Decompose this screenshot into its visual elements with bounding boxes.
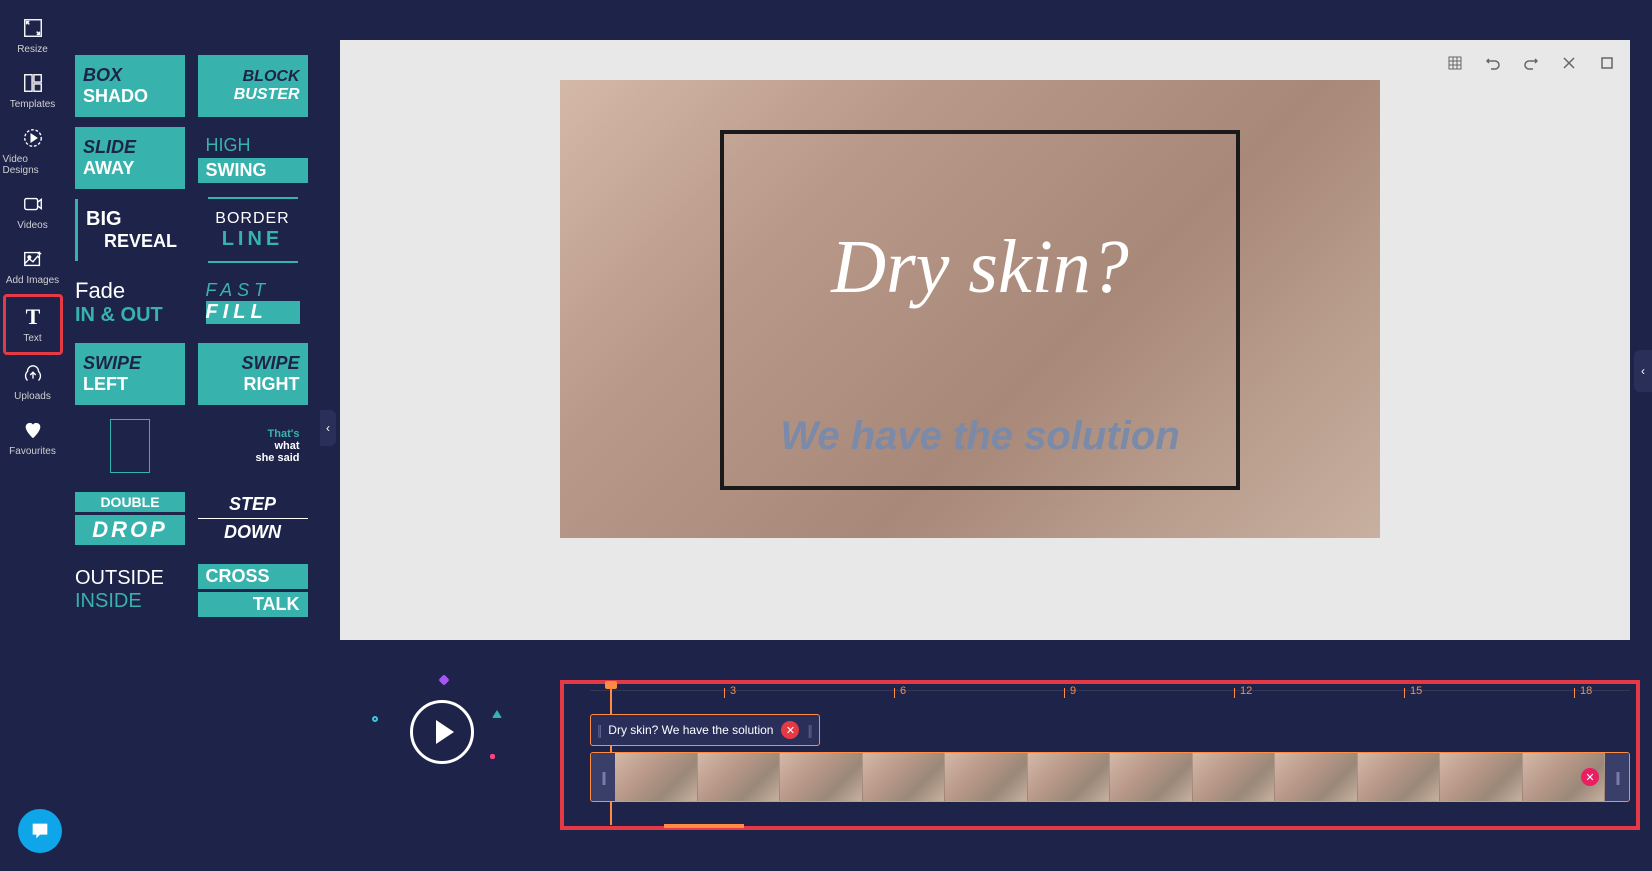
close-icon[interactable] xyxy=(1560,54,1578,72)
right-expand-button[interactable]: ‹ xyxy=(1634,350,1652,392)
text-option-slide-away[interactable]: SLIDE AWAY xyxy=(75,127,185,189)
video-clip[interactable]: || ✕ || xyxy=(590,752,1630,802)
text-option-frame[interactable] xyxy=(75,415,185,477)
confetti-icon xyxy=(492,710,502,718)
video-track-container[interactable]: || ✕ || xyxy=(590,752,1630,802)
text-option-fast-fill[interactable]: FAST FILL xyxy=(198,271,308,333)
timeline: 3 6 9 12 15 18 || Dry skin? We have the … xyxy=(560,680,1640,830)
fullscreen-icon[interactable] xyxy=(1598,54,1616,72)
redo-icon[interactable] xyxy=(1522,54,1540,72)
sidebar-item-add-images[interactable]: Add Images xyxy=(3,239,63,294)
undo-icon[interactable] xyxy=(1484,54,1502,72)
play-area xyxy=(380,670,510,800)
ruler-mark: 3 xyxy=(730,685,736,697)
text-option-double-drop[interactable]: DOUBLE DROP xyxy=(75,487,185,549)
video-thumbnail xyxy=(1110,753,1193,801)
text-option-outside-inside[interactable]: OUTSIDE INSIDE xyxy=(75,559,185,621)
timeline-scroll-strip[interactable] xyxy=(664,824,744,828)
text-option-high-swing[interactable]: HIGH SWING xyxy=(198,127,308,189)
text-option-quote[interactable]: That's what she said xyxy=(198,415,308,477)
main-sidebar: Resize Templates Video Designs Videos Ad… xyxy=(0,0,65,871)
play-button[interactable] xyxy=(410,700,474,764)
add-images-icon xyxy=(21,247,45,271)
templates-icon xyxy=(21,71,45,95)
video-thumbnail xyxy=(1193,753,1276,801)
chat-icon xyxy=(29,820,51,842)
video-thumbnail xyxy=(1275,753,1358,801)
confetti-icon xyxy=(438,674,449,685)
chat-button[interactable] xyxy=(18,809,62,853)
play-icon xyxy=(436,720,454,744)
text-option-block-buster[interactable]: BLOCK BUSTER xyxy=(198,55,308,117)
text-clip[interactable]: || Dry skin? We have the solution ✕ || xyxy=(590,714,820,746)
favourites-icon xyxy=(21,418,45,442)
sidebar-item-uploads[interactable]: Uploads xyxy=(3,355,63,410)
sidebar-label: Videos xyxy=(17,220,47,231)
uploads-icon xyxy=(21,363,45,387)
clip-remove-button[interactable]: ✕ xyxy=(781,721,799,739)
clip-handle-right[interactable]: || xyxy=(807,722,810,738)
video-thumbnail xyxy=(615,753,698,801)
video-canvas[interactable]: Dry skin? We have the solution xyxy=(560,80,1380,538)
sidebar-label: Templates xyxy=(10,99,56,110)
text-option-big-reveal[interactable]: BIG REVEAL xyxy=(75,199,185,261)
video-text-frame[interactable]: Dry skin? We have the solution xyxy=(720,130,1240,490)
clip-remove-button[interactable]: ✕ xyxy=(1581,768,1599,786)
text-option-fade-in-out[interactable]: Fade IN & OUT xyxy=(75,271,185,333)
sidebar-item-text[interactable]: T Text xyxy=(3,294,63,355)
video-thumbnail xyxy=(863,753,946,801)
video-thumbnail xyxy=(945,753,1028,801)
video-thumbnail xyxy=(1028,753,1111,801)
canvas-area: Dry skin? We have the solution xyxy=(340,40,1630,640)
confetti-icon xyxy=(372,716,378,722)
resize-icon xyxy=(21,16,45,40)
ruler-mark: 12 xyxy=(1240,685,1252,697)
text-icon: T xyxy=(21,305,45,329)
sidebar-item-resize[interactable]: Resize xyxy=(3,8,63,63)
svg-text:T: T xyxy=(25,304,40,329)
sidebar-item-video-designs[interactable]: Video Designs xyxy=(3,118,63,184)
videos-icon xyxy=(21,192,45,216)
timeline-ruler[interactable]: 3 6 9 12 15 18 xyxy=(590,690,1630,708)
sidebar-label: Add Images xyxy=(6,275,59,286)
ruler-mark: 15 xyxy=(1410,685,1422,697)
video-thumbnail xyxy=(1440,753,1523,801)
video-thumbnail xyxy=(698,753,781,801)
video-thumbnail xyxy=(1358,753,1441,801)
ruler-mark: 18 xyxy=(1580,685,1592,697)
panel-collapse-button[interactable]: ‹ xyxy=(320,410,336,446)
sidebar-label: Text xyxy=(23,333,41,344)
sidebar-label: Resize xyxy=(17,44,48,55)
confetti-icon xyxy=(490,754,495,759)
canvas-toolbar xyxy=(1446,54,1616,72)
text-option-step-down[interactable]: STEP DOWN xyxy=(198,487,308,549)
video-designs-icon xyxy=(21,126,45,150)
video-thumbnails xyxy=(615,753,1605,801)
sidebar-label: Uploads xyxy=(14,391,51,402)
grid-icon[interactable] xyxy=(1446,54,1464,72)
text-option-swipe-right[interactable]: SWIPE RIGHT xyxy=(198,343,308,405)
ruler-mark: 6 xyxy=(900,685,906,697)
video-headline[interactable]: Dry skin? xyxy=(724,224,1236,311)
text-options-panel: BOX SHADO BLOCK BUSTER SLIDE AWAY HIGH S… xyxy=(65,0,320,660)
text-option-border-line[interactable]: BORDER LINE xyxy=(198,199,308,261)
sidebar-label: Favourites xyxy=(9,446,56,457)
text-track[interactable]: || Dry skin? We have the solution ✕ || xyxy=(590,714,1630,746)
text-option-cross-talk[interactable]: CROSS TALK xyxy=(198,559,308,621)
text-option-box-shadow[interactable]: BOX SHADO xyxy=(75,55,185,117)
video-thumbnail xyxy=(780,753,863,801)
video-subline[interactable]: We have the solution xyxy=(724,414,1236,459)
ruler-mark: 9 xyxy=(1070,685,1076,697)
clip-handle-left[interactable]: || xyxy=(597,722,600,738)
sidebar-item-templates[interactable]: Templates xyxy=(3,63,63,118)
clip-handle-right[interactable]: || xyxy=(1605,753,1629,801)
text-option-swipe-left[interactable]: SWIPE LEFT xyxy=(75,343,185,405)
sidebar-item-videos[interactable]: Videos xyxy=(3,184,63,239)
sidebar-label: Video Designs xyxy=(3,154,63,176)
text-clip-label: Dry skin? We have the solution xyxy=(608,723,773,737)
sidebar-item-favourites[interactable]: Favourites xyxy=(3,410,63,465)
clip-handle-left[interactable]: || xyxy=(591,753,615,801)
